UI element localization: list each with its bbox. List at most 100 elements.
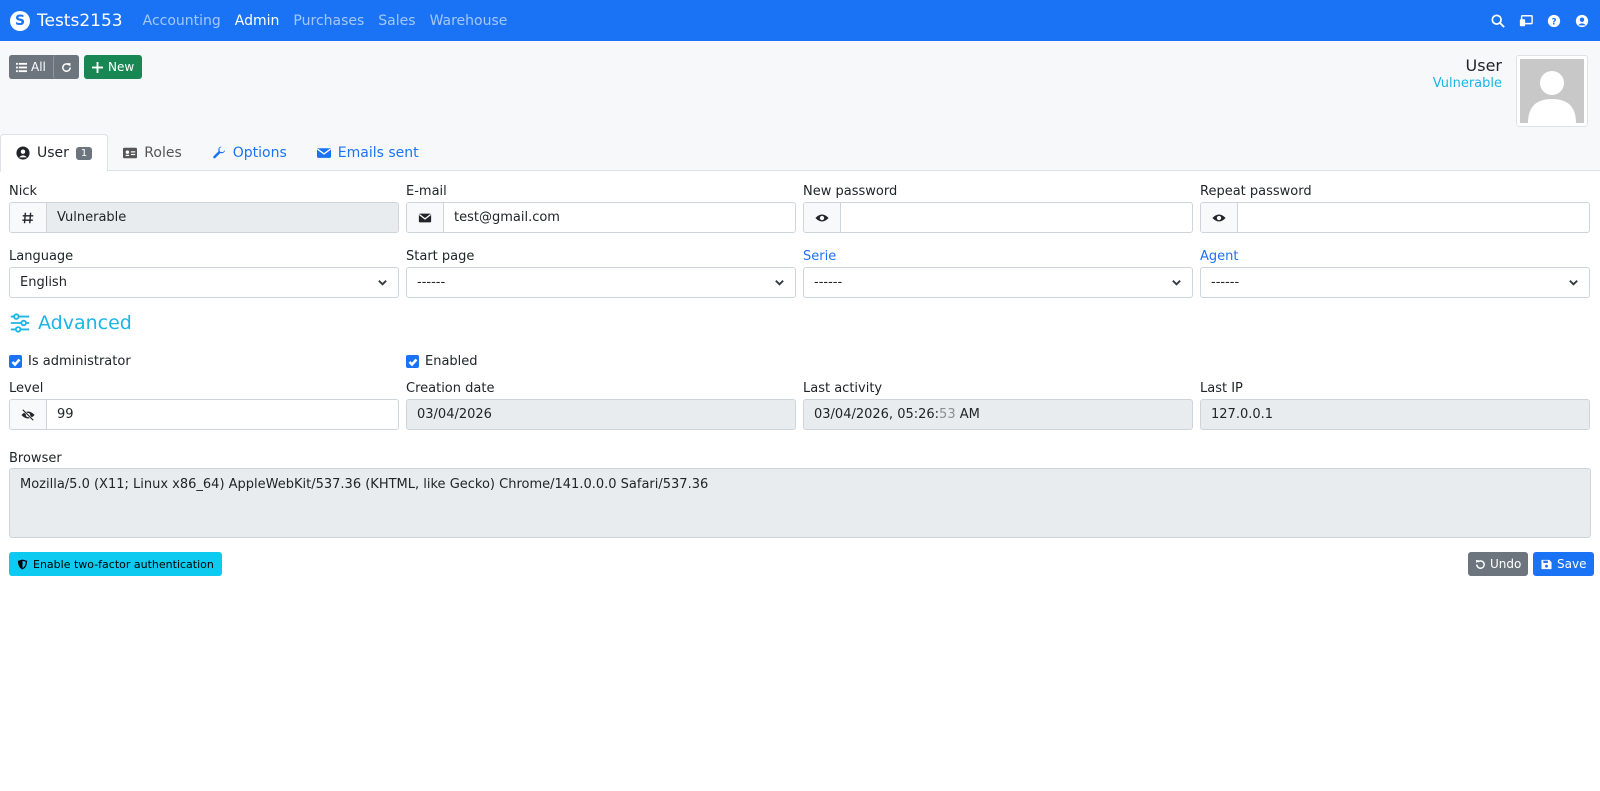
refresh-button[interactable] [52, 55, 79, 79]
page-subtitle: Vulnerable [1432, 76, 1502, 91]
level-field[interactable]: 99 [9, 399, 399, 430]
refresh-icon [62, 62, 71, 72]
chevron-down-icon [1569, 280, 1578, 286]
email-value[interactable]: test@gmail.com [444, 203, 795, 232]
tab-user-badge: 1 [75, 146, 93, 160]
undo-button-label: Undo [1490, 557, 1522, 571]
serie-label-link[interactable]: Serie [803, 249, 836, 264]
save-button-label: Save [1557, 557, 1587, 571]
new-password-field[interactable] [803, 202, 1193, 233]
brand[interactable]: S Tests2153 [10, 10, 123, 31]
top-navbar: S Tests2153 Accounting Admin Purchases S… [0, 0, 1600, 41]
tab-roles[interactable]: Roles [108, 134, 196, 171]
email-label: E-mail [406, 184, 447, 199]
help-icon[interactable]: ? [1546, 13, 1562, 29]
nav-link-purchases[interactable]: Purchases [293, 13, 364, 29]
level-label: Level [9, 381, 44, 396]
new-password-input[interactable] [841, 203, 1192, 232]
user-circle-icon[interactable] [1574, 13, 1590, 29]
start-page-select[interactable]: ------ [406, 267, 796, 298]
tab-options-label: Options [232, 144, 287, 161]
user-circle-icon [16, 146, 30, 160]
sliders-icon [10, 313, 30, 333]
tab-user-label: User [37, 145, 69, 161]
tab-bar: User 1 Roles Options Emails sent [0, 134, 434, 172]
nav-link-accounting[interactable]: Accounting [143, 13, 221, 29]
is-administrator-label: Is administrator [28, 354, 131, 369]
new-password-label: New password [803, 184, 898, 199]
eye-slash-icon [10, 400, 47, 429]
repeat-password-field[interactable] [1200, 202, 1590, 233]
search-icon[interactable] [1490, 13, 1506, 29]
nick-label: Nick [9, 184, 38, 199]
save-button[interactable]: Save [1533, 552, 1595, 576]
enable-two-factor-button[interactable]: Enable two-factor authentication [9, 552, 222, 576]
page-title: User [1465, 56, 1502, 75]
shield-icon [17, 558, 28, 570]
is-administrator-checkbox[interactable]: Is administrator [9, 354, 131, 369]
undo-button[interactable]: Undo [1468, 552, 1529, 576]
creation-date-field: 03/04/2026 [406, 399, 796, 430]
last-activity-field: 03/04/2026, 05:26: 53 AM [803, 399, 1193, 430]
repeat-password-label: Repeat password [1200, 184, 1312, 199]
browser-value: Mozilla/5.0 (X11; Linux x86_64) AppleWeb… [20, 477, 709, 492]
language-value: English [20, 275, 67, 290]
undo-icon [1475, 559, 1485, 569]
nav-link-warehouse[interactable]: Warehouse [430, 13, 508, 29]
creation-date-label: Creation date [406, 381, 495, 396]
plus-icon [92, 61, 103, 73]
language-select[interactable]: English [9, 267, 399, 298]
avatar-placeholder-icon [1520, 59, 1584, 123]
enabled-checkbox[interactable]: Enabled [406, 354, 478, 369]
last-ip-value: 127.0.0.1 [1211, 407, 1274, 422]
chevron-down-icon [1172, 280, 1181, 286]
wrench-icon [212, 145, 225, 158]
navbar-right-icons: ? [1478, 13, 1590, 29]
id-card-icon [123, 147, 138, 158]
browser-textarea: Mozilla/5.0 (X11; Linux x86_64) AppleWeb… [9, 468, 1591, 538]
brand-logo-icon: S [10, 10, 30, 31]
checkbox-checked-icon[interactable] [9, 355, 22, 368]
list-button-group: All [9, 55, 79, 79]
all-button[interactable]: All [9, 55, 53, 79]
svg-text:?: ? [1551, 17, 1556, 27]
last-ip-label: Last IP [1200, 381, 1243, 396]
email-field[interactable]: test@gmail.com [406, 202, 796, 233]
last-activity-value: 03/04/2026, 05:26: [814, 407, 940, 422]
hash-icon [10, 203, 47, 232]
serie-select[interactable]: ------ [803, 267, 1193, 298]
last-ip-field: 127.0.0.1 [1200, 399, 1590, 430]
last-activity-suffix: AM [955, 407, 980, 422]
nav-link-sales[interactable]: Sales [378, 13, 415, 29]
list-icon [16, 62, 27, 72]
agent-value: ------ [1211, 275, 1240, 290]
enabled-label: Enabled [425, 354, 478, 369]
nav-link-admin[interactable]: Admin [235, 13, 280, 29]
tab-emails-sent-label: Emails sent [337, 144, 419, 161]
new-button-label: New [108, 60, 135, 74]
agent-label-link[interactable]: Agent [1200, 249, 1238, 264]
start-page-label: Start page [406, 249, 475, 264]
tab-options[interactable]: Options [197, 134, 302, 171]
browser-label: Browser [9, 451, 62, 466]
language-label: Language [9, 249, 74, 264]
last-activity-label: Last activity [803, 381, 883, 396]
eye-icon[interactable] [1201, 203, 1238, 232]
level-value[interactable]: 99 [47, 400, 398, 429]
advanced-section-title: Advanced [9, 312, 132, 334]
display-icon[interactable] [1518, 13, 1534, 29]
tab-roles-label: Roles [144, 144, 182, 161]
new-button[interactable]: New [84, 55, 143, 79]
floppy-disk-icon [1541, 559, 1552, 569]
brand-name: Tests2153 [37, 10, 123, 31]
eye-icon[interactable] [804, 203, 841, 232]
agent-select[interactable]: ------ [1200, 267, 1590, 298]
chevron-down-icon [775, 280, 784, 286]
all-button-label: All [31, 60, 46, 74]
advanced-title-text: Advanced [38, 312, 132, 334]
tab-user[interactable]: User 1 [0, 134, 109, 172]
tab-emails-sent[interactable]: Emails sent [302, 134, 434, 171]
envelope-icon [316, 147, 331, 158]
checkbox-checked-icon[interactable] [406, 355, 419, 368]
repeat-password-input[interactable] [1238, 203, 1589, 232]
